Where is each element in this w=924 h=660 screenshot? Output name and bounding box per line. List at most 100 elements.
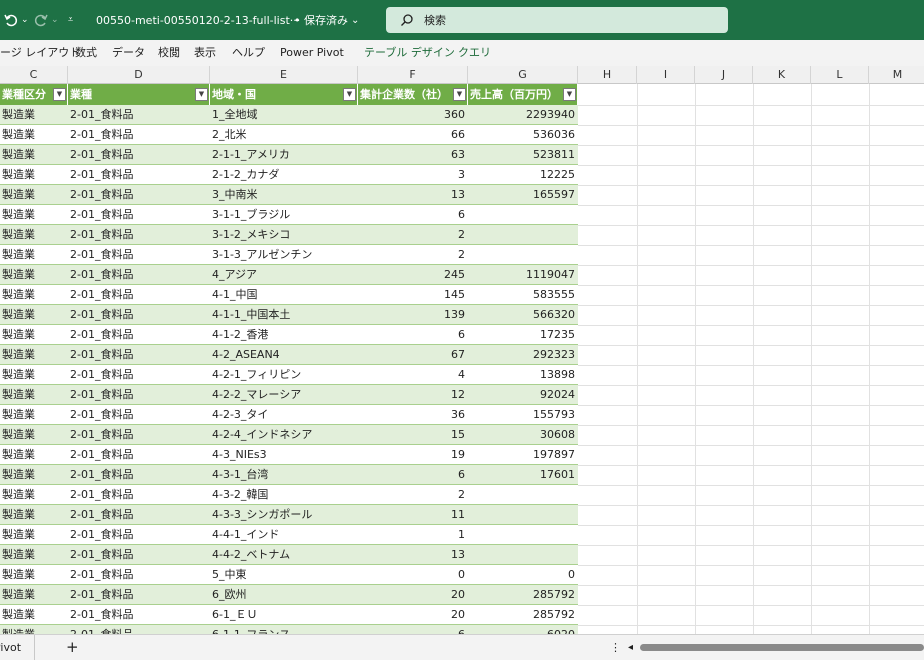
cell-category[interactable]: 製造業	[0, 545, 68, 565]
cell-region[interactable]: 4-2-3_タイ	[210, 405, 358, 425]
table-header-cell[interactable]: 売上高（百万円）	[468, 84, 578, 105]
cell-company-count[interactable]: 2	[358, 245, 468, 265]
cell-region[interactable]: 6-1-1_フランス	[210, 625, 358, 634]
cell-sales[interactable]: 197897	[468, 445, 578, 465]
cell-region[interactable]: 5_中東	[210, 565, 358, 585]
cell-sales[interactable]: 566320	[468, 305, 578, 325]
cell-region[interactable]: 4_アジア	[210, 265, 358, 285]
save-status[interactable]: • 保存済み ⌄	[294, 0, 359, 40]
cell-category[interactable]: 製造業	[0, 205, 68, 225]
cell-company-count[interactable]: 139	[358, 305, 468, 325]
column-header-f[interactable]: F	[358, 66, 468, 84]
column-header-h[interactable]: H	[578, 66, 637, 84]
cell-category[interactable]: 製造業	[0, 185, 68, 205]
cell-industry[interactable]: 2-01_食料品	[68, 365, 210, 385]
cell-category[interactable]: 製造業	[0, 365, 68, 385]
column-header-k[interactable]: K	[753, 66, 811, 84]
cell-industry[interactable]: 2-01_食料品	[68, 485, 210, 505]
cell-sales[interactable]: 165597	[468, 185, 578, 205]
cell-company-count[interactable]: 6	[358, 465, 468, 485]
cell-region[interactable]: 6-1_ＥＵ	[210, 605, 358, 625]
cell-region[interactable]: 4-1-1_中国本土	[210, 305, 358, 325]
table-header-cell[interactable]: 業種	[68, 84, 210, 105]
cell-category[interactable]: 製造業	[0, 445, 68, 465]
cell-region[interactable]: 4-4-2_ベトナム	[210, 545, 358, 565]
column-header-e[interactable]: E	[210, 66, 358, 84]
cell-industry[interactable]: 2-01_食料品	[68, 265, 210, 285]
cell-sales[interactable]	[468, 245, 578, 265]
cell-company-count[interactable]: 1	[358, 525, 468, 545]
cell-region[interactable]: 3_中南米	[210, 185, 358, 205]
undo-button[interactable]: ⌄	[4, 0, 29, 40]
column-header-g[interactable]: G	[468, 66, 578, 84]
cell-category[interactable]: 製造業	[0, 605, 68, 625]
cell-sales[interactable]: 12225	[468, 165, 578, 185]
column-header-l[interactable]: L	[811, 66, 869, 84]
undo-dropdown-icon[interactable]: ⌄	[21, 15, 29, 25]
cell-category[interactable]: 製造業	[0, 525, 68, 545]
cell-industry[interactable]: 2-01_食料品	[68, 465, 210, 485]
cell-company-count[interactable]: 19	[358, 445, 468, 465]
cell-industry[interactable]: 2-01_食料品	[68, 625, 210, 634]
cell-sales[interactable]: 17601	[468, 465, 578, 485]
cell-company-count[interactable]: 36	[358, 405, 468, 425]
cell-company-count[interactable]: 6	[358, 205, 468, 225]
cell-sales[interactable]	[468, 545, 578, 565]
cell-sales[interactable]: 523811	[468, 145, 578, 165]
horizontal-scrollbar[interactable]	[640, 644, 924, 651]
cell-company-count[interactable]: 3	[358, 165, 468, 185]
cell-region[interactable]: 4-1_中国	[210, 285, 358, 305]
cell-sales[interactable]: 285792	[468, 605, 578, 625]
cell-company-count[interactable]: 67	[358, 345, 468, 365]
cell-category[interactable]: 製造業	[0, 625, 68, 634]
table-header-cell[interactable]: 集計企業数（社）	[358, 84, 468, 105]
redo-button[interactable]: ⌄	[34, 0, 59, 40]
cell-company-count[interactable]: 11	[358, 505, 468, 525]
cell-industry[interactable]: 2-01_食料品	[68, 245, 210, 265]
cell-industry[interactable]: 2-01_食料品	[68, 545, 210, 565]
cell-category[interactable]: 製造業	[0, 385, 68, 405]
cell-region[interactable]: 4-1-2_香港	[210, 325, 358, 345]
cell-region[interactable]: 4-2-4_インドネシア	[210, 425, 358, 445]
cell-region[interactable]: 4-3-3_シンガポール	[210, 505, 358, 525]
cell-region[interactable]: 2_北米	[210, 125, 358, 145]
cell-region[interactable]: 2-1-1_アメリカ	[210, 145, 358, 165]
cell-company-count[interactable]: 15	[358, 425, 468, 445]
cell-region[interactable]: 4-3_NIEs3	[210, 445, 358, 465]
sheet-tab-pivot[interactable]: Pivot	[0, 635, 21, 660]
tab-formulas[interactable]: 数式	[75, 40, 97, 66]
customize-toolbar-icon[interactable]: ⩡	[68, 0, 73, 40]
cell-category[interactable]: 製造業	[0, 425, 68, 445]
cell-industry[interactable]: 2-01_食料品	[68, 425, 210, 445]
cell-sales[interactable]	[468, 225, 578, 245]
tab-help[interactable]: ヘルプ	[232, 40, 265, 66]
cell-category[interactable]: 製造業	[0, 505, 68, 525]
cell-category[interactable]: 製造業	[0, 405, 68, 425]
cell-company-count[interactable]: 2	[358, 225, 468, 245]
cell-sales[interactable]: 1119047	[468, 265, 578, 285]
tab-review[interactable]: 校閲	[158, 40, 180, 66]
cell-sales[interactable]: 292323	[468, 345, 578, 365]
cell-industry[interactable]: 2-01_食料品	[68, 385, 210, 405]
cell-company-count[interactable]: 20	[358, 605, 468, 625]
cell-industry[interactable]: 2-01_食料品	[68, 445, 210, 465]
cell-category[interactable]: 製造業	[0, 265, 68, 285]
cell-company-count[interactable]: 0	[358, 565, 468, 585]
cell-company-count[interactable]: 245	[358, 265, 468, 285]
cell-sales[interactable]: 155793	[468, 405, 578, 425]
cell-industry[interactable]: 2-01_食料品	[68, 325, 210, 345]
cell-category[interactable]: 製造業	[0, 145, 68, 165]
cell-region[interactable]: 4-3-1_台湾	[210, 465, 358, 485]
cell-industry[interactable]: 2-01_食料品	[68, 285, 210, 305]
file-name[interactable]: 00550-meti-00550120-2-13-full-list···	[96, 0, 300, 40]
cell-company-count[interactable]: 12	[358, 385, 468, 405]
cell-region[interactable]: 4-2_ASEAN4	[210, 345, 358, 365]
cell-industry[interactable]: 2-01_食料品	[68, 405, 210, 425]
scroll-left-icon[interactable]: ◂	[628, 635, 633, 660]
more-options-icon[interactable]: ⋮	[610, 635, 621, 660]
cell-industry[interactable]: 2-01_食料品	[68, 105, 210, 125]
cell-industry[interactable]: 2-01_食料品	[68, 305, 210, 325]
tab-view[interactable]: 表示	[194, 40, 216, 66]
cell-company-count[interactable]: 63	[358, 145, 468, 165]
cell-region[interactable]: 3-1-2_メキシコ	[210, 225, 358, 245]
